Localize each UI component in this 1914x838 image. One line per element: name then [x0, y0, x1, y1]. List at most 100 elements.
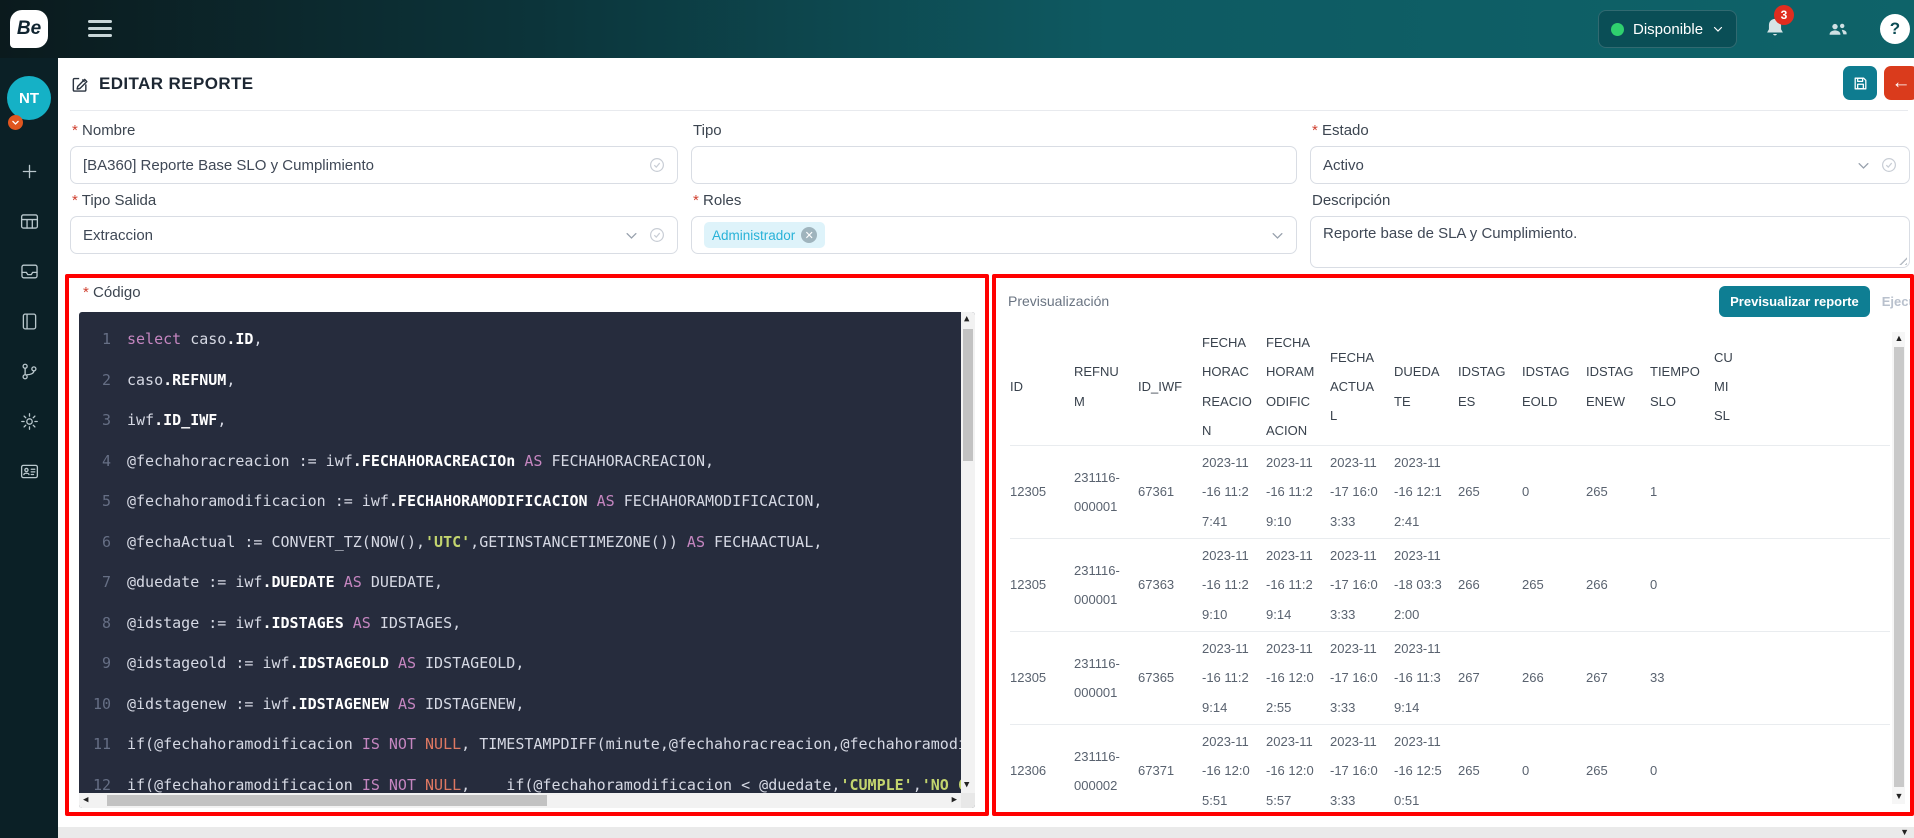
avatar[interactable]: NT [7, 76, 51, 120]
column-header: IDSTAGEOLD [1522, 357, 1586, 416]
chevron-down-icon[interactable] [624, 228, 639, 243]
table-cell: 265 [1458, 756, 1522, 785]
sidebar-item-add[interactable] [0, 154, 58, 188]
chevron-down-icon[interactable] [1856, 158, 1871, 173]
scroll-right-icon[interactable]: ▶ [952, 796, 957, 805]
scrollbar-thumb[interactable] [963, 329, 973, 461]
notifications-button[interactable]: 3 [1762, 14, 1788, 42]
code-line: 9@idstageold := iwf.IDSTAGEOLD AS IDSTAG… [79, 643, 975, 684]
code-token: .IDSTAGEOLD [290, 643, 389, 684]
resize-handle[interactable] [1896, 254, 1907, 265]
plus-icon [19, 161, 40, 182]
scroll-down-icon[interactable]: ▼ [964, 781, 969, 790]
arrow-left-icon: ← [1892, 72, 1911, 94]
chevron-down-icon[interactable] [1270, 228, 1285, 243]
estado-select[interactable]: Activo [1310, 146, 1910, 184]
code-token [389, 684, 398, 725]
editor-vertical-scrollbar[interactable]: ▲ ▼ [961, 312, 975, 793]
field-label: Tipo [693, 122, 1297, 139]
page-bottom-scrollbar[interactable]: ▼ [58, 827, 1914, 838]
avatar-status-badge[interactable] [8, 115, 23, 130]
check-circle-icon [1880, 156, 1898, 174]
table-cell: 67363 [1138, 570, 1202, 599]
editor-horizontal-scrollbar[interactable]: ◀ ▶ [79, 793, 961, 808]
table-row: 12305231116-000001673612023-11-16 11:27:… [1010, 446, 1890, 539]
table-cell: 12305 [1010, 477, 1074, 506]
scroll-down-icon[interactable]: ▼ [1895, 792, 1904, 801]
code-token: caso [127, 360, 163, 401]
code-editor[interactable]: 1select caso.ID,2caso.REFNUM,3iwf.ID_IWF… [79, 312, 975, 808]
code-token [344, 603, 353, 644]
back-button[interactable]: ← [1884, 66, 1914, 100]
sidebar-item-workflows[interactable] [0, 354, 58, 388]
nombre-input[interactable]: [BA360] Reporte Base SLO y Cumplimiento [70, 146, 678, 184]
scroll-left-icon[interactable]: ◀ [83, 796, 88, 805]
status-dropdown[interactable]: Disponible [1598, 10, 1737, 48]
save-button[interactable] [1843, 66, 1877, 100]
codigo-panel: Código 1select caso.ID,2caso.REFNUM,3iwf… [65, 274, 989, 816]
status-dot-icon [1611, 23, 1624, 36]
table-cell: 2023-11-16 12:05:57 [1266, 727, 1330, 810]
descripcion-textarea[interactable]: Reporte base de SLA y Cumplimiento. [1310, 216, 1910, 268]
code-token: AS [398, 643, 416, 684]
code-token: AS [353, 603, 371, 644]
tipo-salida-select[interactable]: Extraccion [70, 216, 678, 254]
roles-multiselect[interactable]: Administrador ✕ [691, 216, 1297, 254]
sidebar-item-contacts[interactable] [0, 454, 58, 488]
chevron-down-icon [11, 118, 20, 127]
code-token: , [226, 360, 235, 401]
code-token: if(@fechahoramodificacion [127, 724, 362, 765]
field-label: Descripción [1312, 192, 1910, 209]
field-descripcion: Descripción Reporte base de SLA y Cumpli… [1310, 184, 1910, 268]
code-token: IDSTAGENEW, [416, 684, 524, 725]
menu-toggle-icon[interactable] [88, 20, 112, 42]
help-button[interactable]: ? [1880, 14, 1910, 44]
sidebar-item-tables[interactable] [0, 204, 58, 238]
code-token: IDSTAGES, [371, 603, 461, 644]
code-token: .IDSTAGES [262, 603, 343, 644]
table-cell: 67361 [1138, 477, 1202, 506]
app-logo-text: Be [17, 18, 41, 40]
sidebar-item-inbox[interactable] [0, 254, 58, 288]
ejecutar-button[interactable]: Ejecuta [1882, 294, 1914, 309]
table-cell: 2023-11-16 11:27:41 [1202, 448, 1266, 536]
table-cell: 2023-11-17 16:03:33 [1330, 727, 1394, 810]
line-number: 7 [87, 562, 111, 603]
code-token: .REFNUM [163, 360, 226, 401]
scroll-up-icon[interactable]: ▲ [964, 315, 969, 324]
code-token: FECHAACTUAL, [705, 522, 822, 563]
avatar-initials: NT [19, 90, 39, 107]
code-line: 1select caso.ID, [79, 319, 975, 360]
scrollbar-thumb[interactable] [107, 795, 547, 806]
table-cell: 265 [1522, 570, 1586, 599]
code-line: 7@duedate := iwf.DUEDATE AS DUEDATE, [79, 562, 975, 603]
code-token [416, 724, 425, 765]
code-token [515, 441, 524, 482]
table-cell: 2023-11-16 11:29:14 [1202, 634, 1266, 722]
estado-value: Activo [1323, 157, 1364, 174]
code-token: iwf [127, 400, 154, 441]
scroll-down-icon[interactable]: ▼ [1900, 828, 1909, 837]
table-vertical-scrollbar[interactable]: ▲ ▼ [1892, 332, 1905, 804]
scrollbar-thumb[interactable] [1894, 347, 1904, 787]
scroll-up-icon[interactable]: ▲ [1895, 334, 1904, 343]
page-header: EDITAR REPORTE [70, 74, 254, 94]
chip-remove-icon[interactable]: ✕ [801, 227, 817, 243]
table-cell: 265 [1586, 756, 1650, 785]
role-chip-label: Administrador [712, 228, 795, 243]
table-cell: 2023-11-17 16:03:33 [1330, 634, 1394, 722]
sidebar-item-settings[interactable] [0, 404, 58, 438]
users-button[interactable] [1824, 17, 1852, 41]
table-cell: 2023-11-16 11:29:10 [1202, 541, 1266, 629]
column-header: FECHAACTUAL [1330, 343, 1394, 431]
line-number: 5 [87, 481, 111, 522]
sidebar-item-journal[interactable] [0, 304, 58, 338]
tipo-input[interactable] [691, 146, 1297, 184]
code-token: IDSTAGEOLD, [416, 643, 524, 684]
code-token: @idstagenew := iwf [127, 684, 290, 725]
code-token: .ID [226, 319, 253, 360]
column-header: ID_IWF [1138, 372, 1202, 401]
table-row: 12306231116-000002673712023-11-16 12:05:… [1010, 725, 1890, 810]
previsualizar-reporte-button[interactable]: Previsualizar reporte [1719, 286, 1870, 317]
code-token: ,GETINSTANCETIMEZONE()) [470, 522, 687, 563]
